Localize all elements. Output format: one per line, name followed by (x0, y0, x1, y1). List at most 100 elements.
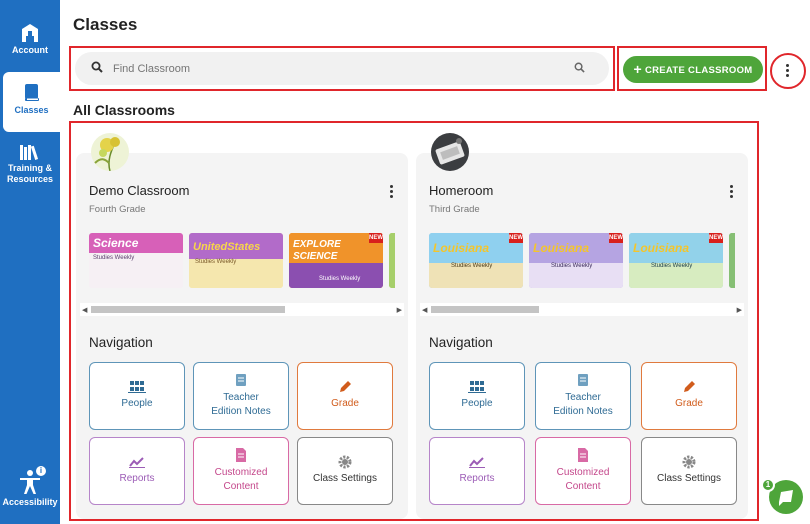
grade-button[interactable]: Grade (641, 362, 737, 430)
more-vertical-icon (786, 64, 790, 79)
pencil-icon (340, 381, 351, 392)
scroll-left-icon[interactable]: ◀ (82, 306, 87, 314)
search-submit-icon[interactable] (574, 62, 585, 73)
new-badge: NEW (709, 233, 723, 243)
reports-button[interactable]: Reports (429, 437, 525, 505)
content-label: Content (565, 481, 601, 492)
cover-subtitle: Studies Weekly (319, 276, 361, 282)
curriculum-carousel: Louisiana Studies Weekly NEW Louisiana S… (429, 233, 735, 288)
pencil-icon (684, 381, 695, 392)
cover-subtitle: Studies Weekly (195, 259, 237, 265)
cover-subtitle: Studies Weekly (551, 263, 593, 269)
curriculum-carousel: Science Studies Weekly UnitedStates Stud… (89, 233, 395, 288)
sidebar-item-label: Accessibility (2, 497, 58, 507)
notes-icon (236, 374, 246, 386)
chat-badge: 1 (761, 478, 775, 492)
search-bar[interactable] (75, 52, 609, 85)
classroom-card[interactable]: Homeroom Third Grade Louisiana Studies W… (416, 133, 748, 519)
curriculum-cover[interactable] (389, 233, 395, 288)
teacher-edition-notes-button[interactable]: Teacher Edition Notes (193, 362, 289, 430)
cover-title: EXPLORE SCIENCE (293, 239, 341, 262)
class-settings-button[interactable]: Class Settings (641, 437, 737, 505)
book-icon (24, 84, 39, 101)
library-icon (20, 145, 39, 160)
gear-icon (338, 455, 352, 469)
sidebar-item-label-2: Resources (6, 174, 54, 184)
chart-line-icon (469, 457, 485, 468)
scroll-right-icon[interactable]: ▶ (397, 306, 402, 314)
curriculum-cover[interactable]: Science Studies Weekly (89, 233, 183, 288)
classroom-avatar (91, 133, 129, 171)
carousel-scrollbar[interactable]: ◀ ▶ (80, 303, 404, 316)
reports-label: Reports (459, 473, 495, 484)
curriculum-cover[interactable] (729, 233, 735, 288)
plus-icon: + (633, 61, 642, 77)
scroll-right-icon[interactable]: ▶ (737, 306, 742, 314)
section-title: All Classrooms (73, 102, 175, 118)
edition-notes-label: Edition Notes (553, 406, 613, 417)
classroom-avatar (431, 133, 469, 171)
more-options-button[interactable] (770, 53, 806, 89)
sidebar-item-label: Account (12, 45, 48, 55)
chart-line-icon (129, 457, 145, 468)
customized-label: Customized (556, 467, 610, 478)
card-menu-icon[interactable] (730, 185, 734, 200)
new-badge: NEW (369, 233, 383, 243)
reports-button[interactable]: Reports (89, 437, 185, 505)
grade-label: Grade (331, 398, 359, 409)
gear-icon (682, 455, 696, 469)
customized-content-button[interactable]: Customized Content (193, 437, 289, 505)
create-highlight: + CREATE CLASSROOM (617, 46, 767, 91)
cover-title: UnitedStates (193, 241, 261, 253)
teacher-edition-notes-button[interactable]: Teacher Edition Notes (535, 362, 631, 430)
cover-title: Science (93, 236, 139, 250)
class-settings-label: Class Settings (313, 473, 377, 484)
page-title: Classes (73, 15, 138, 34)
carousel-scrollbar[interactable]: ◀ ▶ (420, 303, 744, 316)
card-menu-icon[interactable] (390, 185, 394, 200)
navigation-title: Navigation (89, 335, 153, 350)
cover-title: Louisiana (633, 241, 690, 255)
notes-icon (578, 374, 588, 386)
sidebar-item-account[interactable]: Account (0, 24, 60, 64)
navigation-title: Navigation (429, 335, 493, 350)
document-icon (578, 448, 588, 462)
customized-label: Customized (214, 467, 268, 478)
scroll-left-icon[interactable]: ◀ (422, 306, 427, 314)
customized-content-button[interactable]: Customized Content (535, 437, 631, 505)
cover-subtitle: Studies Weekly (451, 263, 493, 269)
people-button[interactable]: People (429, 362, 525, 430)
sidebar-item-label: Training & (7, 163, 52, 173)
teacher-label: Teacher (223, 392, 259, 403)
class-settings-button[interactable]: Class Settings (297, 437, 393, 505)
classroom-card[interactable]: Demo Classroom Fourth Grade Science Stud… (76, 133, 408, 519)
scrollbar-thumb[interactable] (431, 306, 539, 313)
people-icon (128, 381, 146, 393)
grade-button[interactable]: Grade (297, 362, 393, 430)
people-label: People (461, 398, 493, 409)
search-input[interactable] (113, 59, 553, 79)
info-badge: i (36, 466, 46, 476)
new-badge: NEW (609, 233, 623, 243)
scrollbar-thumb[interactable] (91, 306, 285, 313)
create-classroom-button[interactable]: + CREATE CLASSROOM (623, 56, 763, 83)
curriculum-cover[interactable]: Louisiana Studies Weekly NEW (629, 233, 723, 288)
curriculum-cover[interactable]: Louisiana Studies Weekly NEW (529, 233, 623, 288)
curriculum-cover[interactable]: UnitedStates Studies Weekly (189, 233, 283, 288)
sidebar-item-classes[interactable]: Classes (3, 72, 60, 132)
cover-title: Louisiana (533, 241, 590, 255)
sidebar-item-training[interactable]: Training & Resources (0, 144, 60, 194)
class-settings-label: Class Settings (657, 473, 721, 484)
curriculum-cover[interactable]: EXPLORE SCIENCE Studies Weekly NEW (289, 233, 383, 288)
classroom-grid: Demo Classroom Fourth Grade Science Stud… (69, 121, 759, 521)
classroom-grade: Fourth Grade (89, 204, 146, 215)
document-icon (236, 448, 246, 462)
content-label: Content (223, 481, 259, 492)
account-icon (22, 24, 38, 42)
people-label: People (121, 398, 153, 409)
curriculum-cover[interactable]: Louisiana Studies Weekly NEW (429, 233, 523, 288)
reports-label: Reports (119, 473, 155, 484)
app: Account Classes Training & Resources i A… (0, 0, 810, 524)
sidebar-item-accessibility[interactable]: i Accessibility (0, 466, 60, 516)
people-button[interactable]: People (89, 362, 185, 430)
